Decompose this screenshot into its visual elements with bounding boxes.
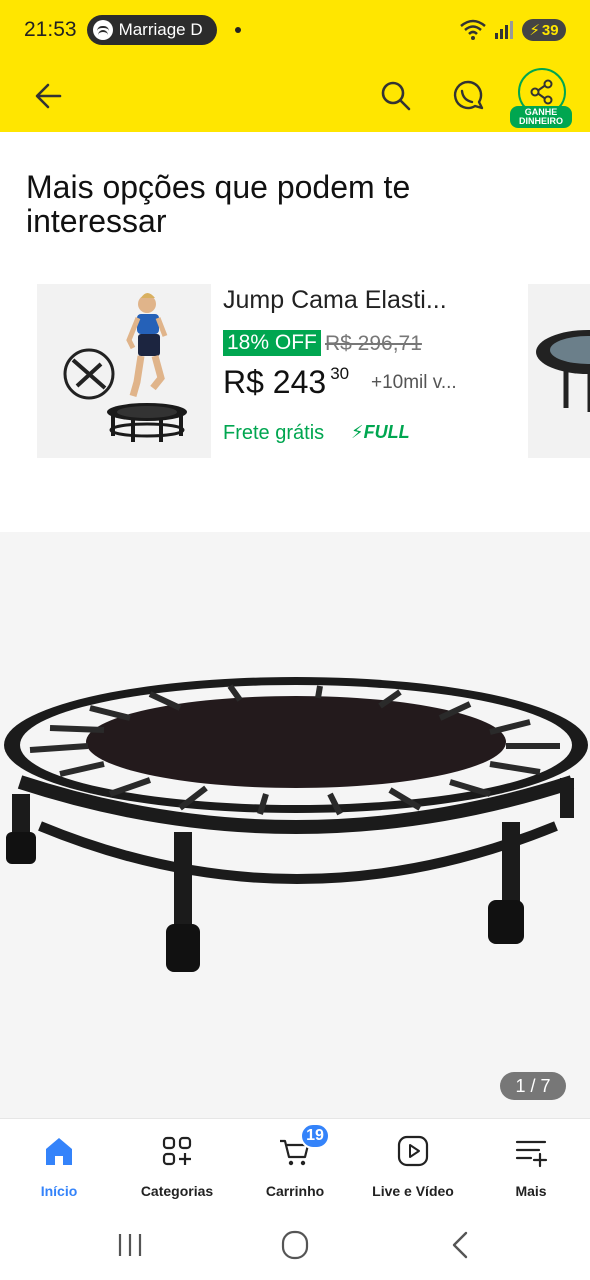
battery-level: 39: [541, 21, 559, 39]
back-button[interactable]: [30, 78, 70, 114]
recent-apps-button[interactable]: [110, 1228, 150, 1262]
whatsapp-icon: [453, 80, 484, 110]
trampoline-thumbnail-image: [536, 330, 590, 412]
status-time: 21:53: [24, 18, 77, 41]
signal-icon: [495, 21, 513, 39]
trampoline-woman-image: [63, 293, 187, 442]
nav-item-categorias[interactable]: Categorias: [118, 1119, 236, 1210]
product-image-gallery[interactable]: [0, 532, 590, 1118]
menu-plus-icon: [513, 1133, 549, 1169]
nav-item-mais[interactable]: Mais: [472, 1119, 590, 1210]
full-badge: ⚡FULL: [351, 422, 410, 443]
chevron-left-icon: [452, 1231, 468, 1259]
battery-indicator: ⚡ 39: [522, 19, 566, 41]
home-system-button[interactable]: [275, 1228, 315, 1262]
home-circle-icon: [281, 1230, 309, 1260]
notification-dot-icon: [234, 27, 241, 33]
search-button[interactable]: [376, 76, 416, 116]
system-back-button[interactable]: [440, 1228, 480, 1262]
wifi-icon: [460, 19, 486, 40]
product-price: R$ 243 30: [223, 364, 349, 401]
lightning-icon: ⚡: [351, 422, 364, 442]
bottom-navigation: Início Categorias 19 Carrinho Live e Víd…: [0, 1118, 590, 1210]
app-header: GANHE DINHEIRO: [0, 60, 590, 132]
product-thumbnail: [37, 284, 211, 458]
battery-bolt-icon: ⚡: [529, 22, 540, 39]
product-title: Jump Cama Elasti...: [223, 286, 447, 314]
share-icon: [530, 79, 553, 105]
free-shipping-label: Frete grátis: [223, 422, 325, 444]
categories-icon: [159, 1133, 195, 1169]
status-bar: 21:53 Marriage D ⚡ 39: [0, 0, 590, 60]
nav-item-carrinho[interactable]: 19 Carrinho: [236, 1119, 354, 1210]
section-title: Mais opções que podem te interessar: [26, 169, 411, 239]
share-earn-label: GANHE DINHEIRO: [510, 106, 572, 128]
nav-item-inicio[interactable]: Início: [0, 1119, 118, 1210]
product-card[interactable]: Jump Cama Elasti... 18% OFF R$ 296,71 R$…: [37, 284, 507, 458]
system-navigation-bar: [0, 1210, 590, 1280]
status-icons: ⚡ 39: [460, 19, 566, 41]
price-main: R$ 243: [223, 364, 327, 400]
cart-count-badge: 19: [300, 1123, 330, 1149]
nav-label-inicio: Início: [40, 1183, 78, 1199]
trampoline-main-image: [4, 677, 588, 972]
nav-label-carrinho: Carrinho: [265, 1183, 325, 1199]
arrow-left-icon: [35, 83, 62, 109]
media-notification-pill[interactable]: Marriage D: [86, 15, 217, 45]
nav-label-live-video: Live e Vídeo: [372, 1183, 454, 1199]
full-label: FULL: [363, 422, 410, 442]
next-product-card[interactable]: [528, 284, 590, 458]
sold-count: +10mil v...: [371, 372, 457, 393]
price-cents: 30: [330, 364, 350, 383]
discount-badge: 18% OFF: [223, 330, 321, 356]
video-play-icon: [395, 1133, 431, 1169]
nav-label-mais: Mais: [515, 1183, 547, 1199]
search-icon: [381, 81, 411, 111]
whatsapp-share-button[interactable]: [448, 76, 488, 116]
spotify-icon: [92, 20, 113, 40]
image-counter: 1 / 7: [500, 1072, 566, 1100]
home-icon: [41, 1133, 77, 1169]
share-earn-button[interactable]: GANHE DINHEIRO: [510, 66, 572, 130]
media-app-label: Marriage D: [118, 20, 203, 39]
recent-apps-icon: [118, 1234, 142, 1256]
nav-label-categorias: Categorias: [140, 1183, 214, 1199]
nav-item-live-video[interactable]: Live e Vídeo: [354, 1119, 472, 1210]
old-price: R$ 296,71: [325, 332, 422, 355]
